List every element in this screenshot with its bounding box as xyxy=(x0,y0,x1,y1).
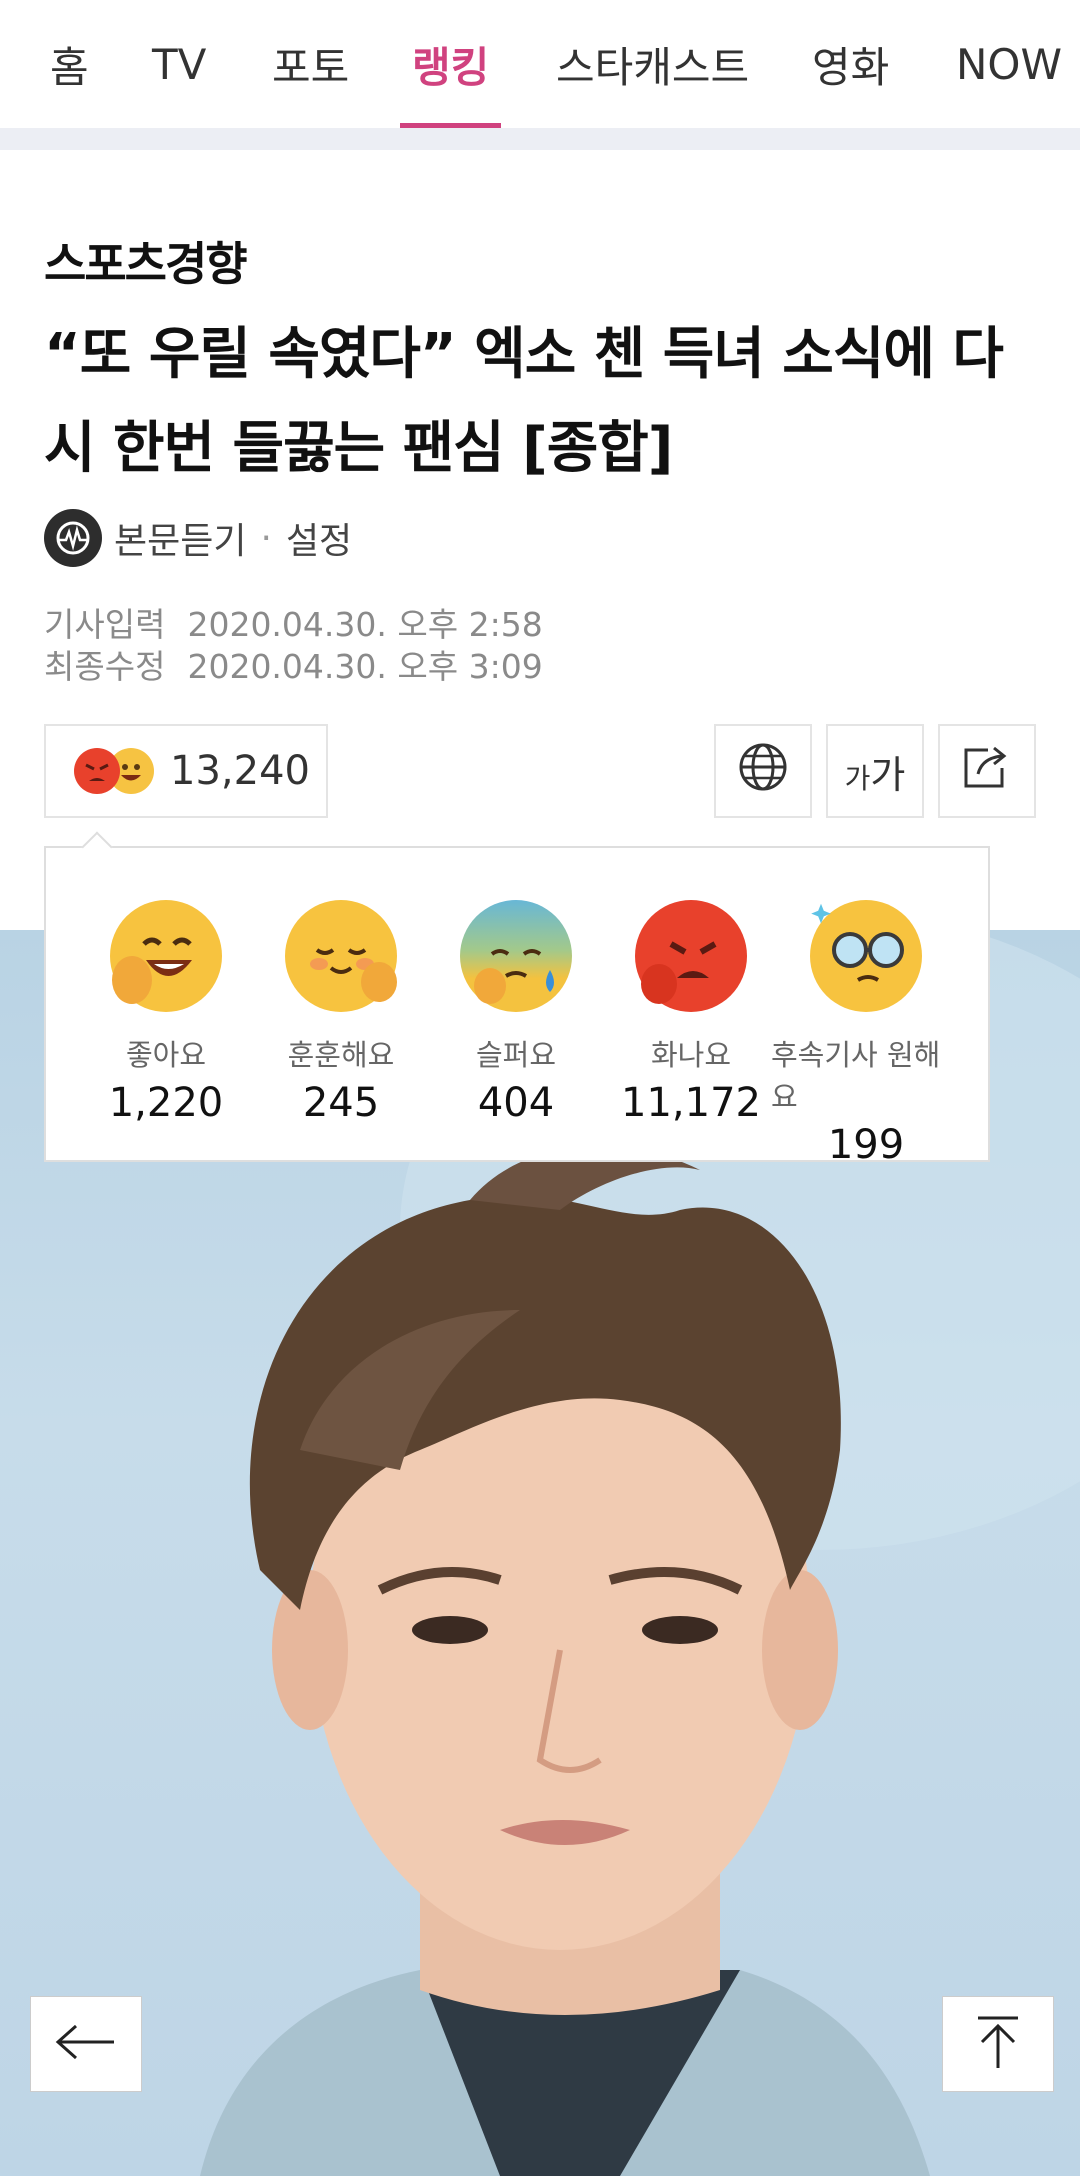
tab-ranking[interactable]: 랭킹 xyxy=(399,0,502,128)
listen-row: 본문듣기 · 설정 xyxy=(44,508,352,568)
tab-movie[interactable]: 영화 xyxy=(812,0,889,128)
reaction-want-more-label: 후속기사 원해요 xyxy=(771,1038,941,1114)
like-emoji-icon xyxy=(110,900,222,1012)
reaction-angry-count: 11,172 xyxy=(621,1080,761,1126)
reaction-want-more-count: 199 xyxy=(827,1122,905,1168)
reaction-warm[interactable]: 훈훈해요 245 xyxy=(246,900,436,1126)
share-icon xyxy=(960,742,1014,801)
reaction-warm-count: 245 xyxy=(302,1080,380,1126)
press-logo[interactable]: 스포츠경향 xyxy=(44,228,248,294)
reaction-angry-label: 화나요 xyxy=(650,1038,732,1072)
modified-time: 2020.04.30. 오후 3:09 xyxy=(187,647,543,686)
published-time: 2020.04.30. 오후 2:58 xyxy=(187,605,543,644)
published-label: 기사입력 xyxy=(44,605,166,644)
scroll-top-button[interactable] xyxy=(942,1996,1054,2092)
reaction-sad[interactable]: 슬퍼요 404 xyxy=(421,900,611,1126)
audio-listen-icon[interactable] xyxy=(44,509,102,567)
translate-button[interactable] xyxy=(714,724,812,818)
settings-link[interactable]: 설정 xyxy=(286,512,352,564)
reaction-like-label: 좋아요 xyxy=(125,1038,207,1072)
tab-photo[interactable]: 포토 xyxy=(272,0,349,128)
modified-label: 최종수정 xyxy=(44,647,166,686)
font-size-icon: 가가 xyxy=(844,752,906,797)
back-arrow-icon xyxy=(54,2022,118,2066)
reaction-warm-label: 훈훈해요 xyxy=(287,1038,395,1072)
top-nav: 홈 TV 포토 랭킹 스타캐스트 영화 NOW xyxy=(0,0,1080,128)
tab-tv[interactable]: TV xyxy=(152,0,206,128)
share-button[interactable] xyxy=(938,724,1036,818)
tab-now[interactable]: NOW xyxy=(956,0,1062,128)
scroll-top-icon xyxy=(974,2014,1022,2074)
reaction-angry[interactable]: 화나요 11,172 xyxy=(596,900,786,1126)
angry-emoji-icon xyxy=(635,900,747,1012)
published-row: 기사입력 2020.04.30. 오후 2:58 xyxy=(44,598,543,646)
globe-icon xyxy=(737,741,789,802)
nav-divider xyxy=(0,128,1080,150)
separator-dot: · xyxy=(260,517,272,559)
tab-home[interactable]: 홈 xyxy=(50,0,89,128)
warm-emoji-icon xyxy=(285,900,397,1012)
article-title: “또 우릴 속였다” 엑소 첸 득녀 소식에 다시 한번 들끓는 팬심 [종합] xyxy=(44,322,1004,481)
tab-starcast[interactable]: 스타캐스트 xyxy=(556,0,749,128)
modified-row: 최종수정 2020.04.30. 오후 3:09 xyxy=(44,640,543,688)
reaction-like-count: 1,220 xyxy=(108,1080,224,1126)
reaction-sad-count: 404 xyxy=(477,1080,555,1126)
angry-emoji-icon xyxy=(74,748,120,794)
reaction-sad-label: 슬퍼요 xyxy=(475,1038,557,1072)
back-button[interactable] xyxy=(30,1996,142,2092)
reaction-summary-button[interactable]: 13,240 xyxy=(44,724,328,818)
font-size-button[interactable]: 가가 xyxy=(826,724,924,818)
listen-label[interactable]: 본문듣기 xyxy=(114,512,246,564)
reaction-like[interactable]: 좋아요 1,220 xyxy=(71,900,261,1126)
want-more-emoji-icon xyxy=(810,900,922,1012)
reaction-popup: 좋아요 1,220 훈훈해요 245 슬퍼요 404 화나요 11,172 후속… xyxy=(44,846,990,1168)
sad-emoji-icon xyxy=(460,900,572,1012)
reaction-total: 13,240 xyxy=(170,748,310,794)
reaction-want-more[interactable]: 후속기사 원해요 199 xyxy=(771,900,961,1168)
